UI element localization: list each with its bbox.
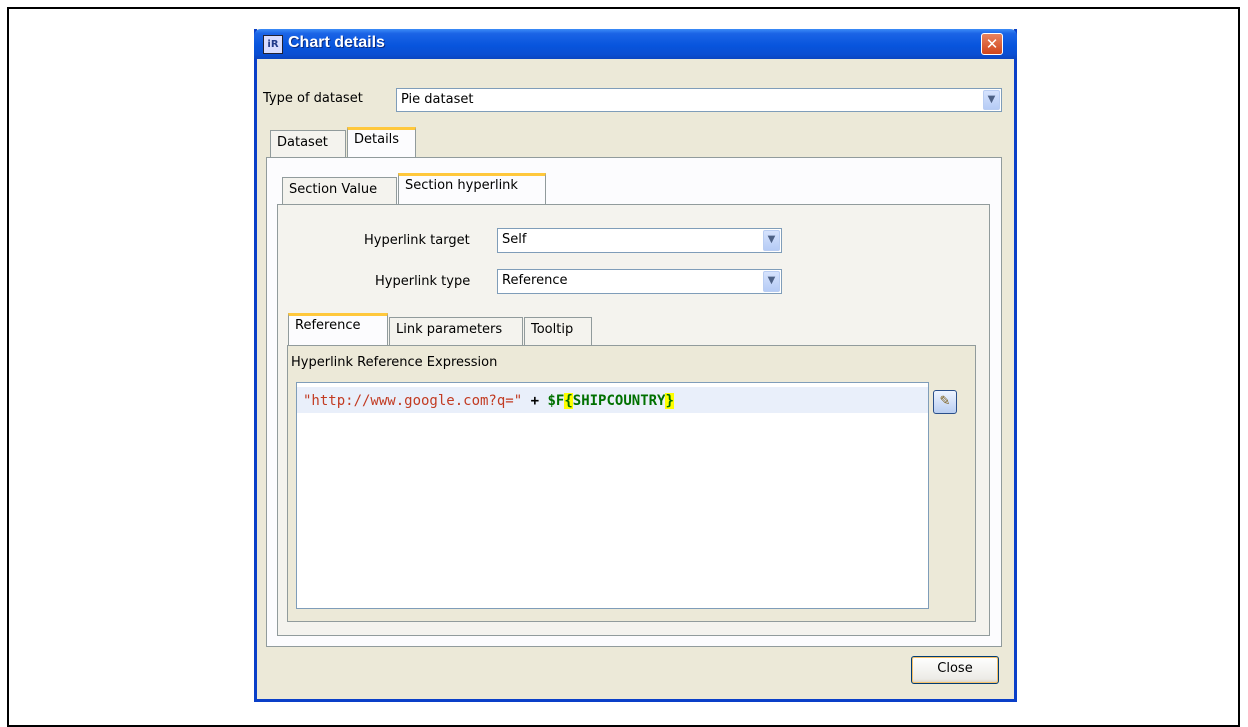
- expression-line: "http://www.google.com?q=" + $F{SHIPCOUN…: [297, 387, 928, 413]
- expression-close-brace: }: [665, 393, 674, 409]
- report-app-icon: iR: [263, 35, 283, 54]
- chevron-down-icon[interactable]: ▼: [763, 230, 780, 251]
- expression-field-name: SHIPCOUNTRY: [572, 393, 666, 409]
- expression-open-brace: {: [564, 393, 573, 409]
- expression-editor[interactable]: "http://www.google.com?q=" + $F{SHIPCOUN…: [296, 382, 929, 609]
- hyperlink-type-label: Hyperlink type: [375, 274, 471, 289]
- dataset-type-select[interactable]: Pie dataset ▼: [396, 88, 1002, 112]
- hyperlink-target-label: Hyperlink target: [364, 233, 470, 248]
- tab-section-hyperlink[interactable]: Section hyperlink: [398, 173, 546, 205]
- close-button[interactable]: Close: [911, 656, 999, 684]
- hyperlink-type-value: Reference: [502, 273, 568, 288]
- pencil-edit-icon: ✎: [939, 394, 951, 409]
- edit-expression-button[interactable]: ✎: [933, 390, 957, 414]
- chevron-down-icon[interactable]: ▼: [763, 271, 780, 292]
- tab-dataset[interactable]: Dataset: [270, 130, 346, 158]
- expression-operator: +: [530, 393, 540, 409]
- expression-field-prefix: $F: [547, 393, 565, 409]
- dataset-type-value: Pie dataset: [401, 92, 474, 107]
- tab-tooltip[interactable]: Tooltip: [524, 317, 592, 346]
- close-window-icon[interactable]: ✕: [981, 33, 1003, 55]
- tab-reference[interactable]: Reference: [288, 313, 388, 346]
- tab-link-parameters[interactable]: Link parameters: [389, 317, 523, 346]
- hyperlink-target-value: Self: [502, 232, 527, 247]
- hyperlink-target-select[interactable]: Self ▼: [497, 228, 782, 253]
- expression-label: Hyperlink Reference Expression: [291, 355, 498, 370]
- tab-details[interactable]: Details: [347, 127, 416, 158]
- title-bar[interactable]: iR Chart details ✕: [254, 29, 1017, 59]
- dataset-type-label: Type of dataset: [263, 91, 363, 106]
- tab-section-value[interactable]: Section Value: [282, 177, 397, 205]
- dialog-title: Chart details: [288, 34, 385, 51]
- expression-string: "http://www.google.com?q=": [303, 393, 523, 409]
- hyperlink-type-select[interactable]: Reference ▼: [497, 269, 782, 294]
- chevron-down-icon[interactable]: ▼: [983, 90, 1000, 110]
